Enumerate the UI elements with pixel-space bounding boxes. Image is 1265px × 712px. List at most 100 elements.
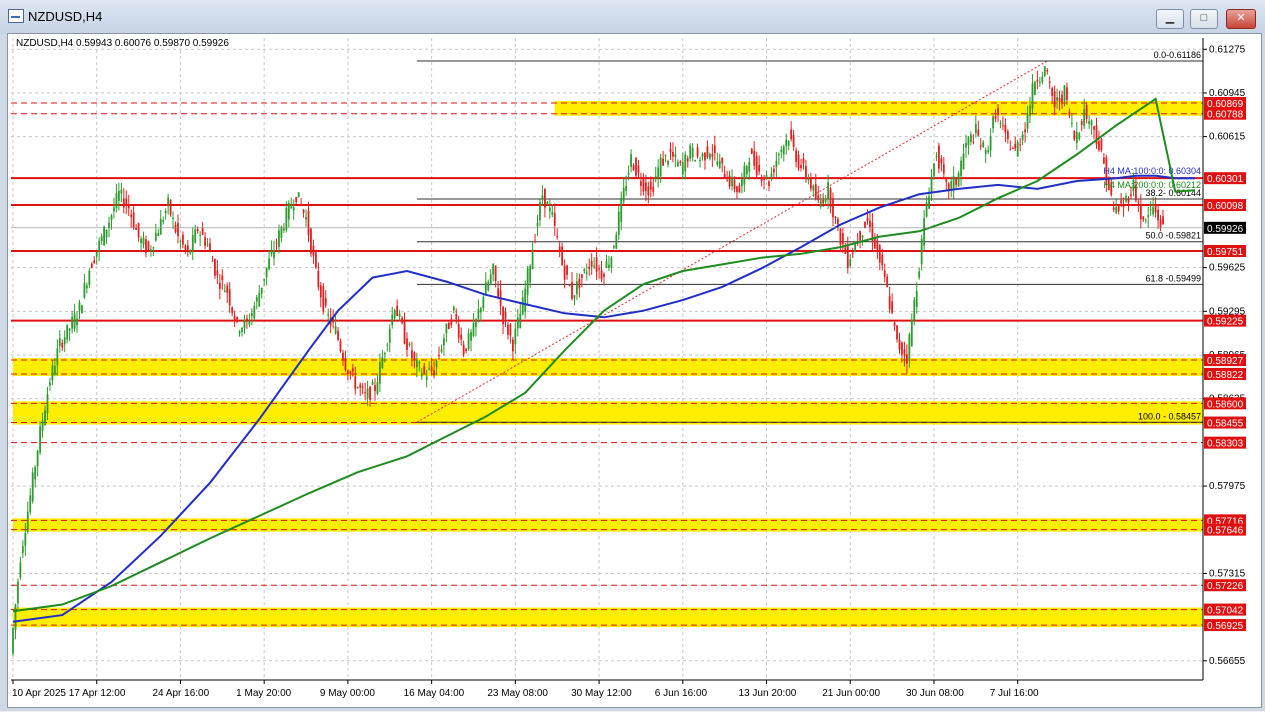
candle-body xyxy=(829,188,832,208)
candle-body xyxy=(878,245,881,263)
candle-body xyxy=(1043,66,1046,76)
chart-frame[interactable]: 0.0-0.61186 38.2- 0.60144 50.0 -0.59821 61.… xyxy=(7,33,1262,708)
candle-body xyxy=(960,160,962,177)
candle-body xyxy=(1048,81,1051,83)
candle-body xyxy=(263,279,266,281)
candle-body xyxy=(765,175,768,178)
candle-body xyxy=(280,226,283,238)
level-price-tag-label: 0.57042 xyxy=(1207,606,1244,617)
candle-body xyxy=(61,342,64,348)
candle-body xyxy=(1026,113,1029,129)
candle-body xyxy=(876,240,879,250)
candle-body xyxy=(189,250,192,254)
candle-body xyxy=(295,197,298,203)
candle-body xyxy=(105,229,108,238)
candle-body xyxy=(236,317,238,320)
candle-body xyxy=(130,214,133,218)
candle-body xyxy=(268,258,270,270)
candle-body xyxy=(475,318,477,328)
candle-body xyxy=(1038,81,1041,83)
price-chart[interactable]: 0.0-0.6118638.2- 0.6014450.0 -0.5982161.… xyxy=(8,34,1261,707)
candle-body xyxy=(888,296,891,310)
candle-body xyxy=(984,150,987,154)
candle-body xyxy=(443,338,445,346)
candle-body xyxy=(763,177,765,180)
candle-body xyxy=(787,141,790,146)
candle-body xyxy=(334,325,337,334)
window-title: NZDUSD,H4 xyxy=(28,9,103,24)
candle-body xyxy=(647,186,650,196)
candle-body xyxy=(76,318,78,326)
candle-body xyxy=(775,160,778,168)
candle-body xyxy=(95,251,98,257)
candle-body xyxy=(610,257,613,268)
candle-body xyxy=(780,149,783,152)
candle-body xyxy=(201,227,204,235)
highlight-zone xyxy=(13,401,1203,425)
candle-body xyxy=(694,160,697,162)
candle-body xyxy=(1016,141,1019,157)
candle-body xyxy=(955,178,958,185)
candle-body xyxy=(654,176,657,180)
candle-body xyxy=(477,309,480,319)
candle-body xyxy=(548,207,551,212)
candle-body xyxy=(893,322,896,326)
candle-body xyxy=(662,158,664,166)
minimize-button[interactable]: ▁ xyxy=(1156,9,1184,29)
candle-body xyxy=(179,240,182,242)
candle-body xyxy=(1031,83,1034,109)
candle-body xyxy=(817,195,820,201)
candle-body xyxy=(509,324,512,336)
title-bar[interactable]: NZDUSD,H4 ▁ □ ✕ xyxy=(0,0,1265,34)
candle-body xyxy=(790,129,793,140)
candle-body xyxy=(381,357,384,369)
candle-body xyxy=(1085,105,1088,119)
candle-body xyxy=(132,212,135,229)
candle-body xyxy=(521,297,524,315)
candle-body xyxy=(322,286,325,312)
candle-body xyxy=(950,181,953,189)
close-button[interactable]: ✕ xyxy=(1226,9,1256,29)
candle-body xyxy=(768,181,770,186)
candle-body xyxy=(356,387,359,389)
x-tick-label: 13 Jun 20:00 xyxy=(739,688,797,699)
candle-body xyxy=(1006,131,1009,139)
candle-body xyxy=(393,310,396,319)
candle-body xyxy=(391,314,394,326)
candle-body xyxy=(987,150,990,153)
candle-body xyxy=(184,245,187,250)
candle-body xyxy=(1024,129,1026,133)
candle-body xyxy=(620,197,623,223)
candle-body xyxy=(228,289,231,306)
candle-body xyxy=(837,218,839,225)
candle-body xyxy=(71,317,73,329)
candle-body xyxy=(420,374,423,377)
candle-body xyxy=(113,207,115,212)
candle-body xyxy=(846,245,849,268)
candle-body xyxy=(760,178,763,182)
candle-body xyxy=(81,305,83,314)
candle-body xyxy=(603,273,605,277)
candle-body xyxy=(56,348,59,366)
candle-body xyxy=(721,157,724,164)
candle-body xyxy=(167,197,170,205)
candle-body xyxy=(164,210,167,214)
candle-body xyxy=(273,250,275,259)
candle-body xyxy=(364,392,367,394)
candle-body xyxy=(117,190,120,201)
candle-body xyxy=(231,307,234,313)
candle-body xyxy=(66,324,69,340)
maximize-button[interactable]: □ xyxy=(1190,9,1218,29)
candle-body xyxy=(999,122,1002,124)
candle-body xyxy=(1157,209,1159,221)
candle-body xyxy=(598,268,600,270)
candle-body xyxy=(440,349,443,352)
candle-body xyxy=(962,153,965,170)
candle-body xyxy=(1051,87,1054,97)
candle-body xyxy=(1068,111,1071,116)
candle-body xyxy=(1154,205,1157,213)
candle-body xyxy=(544,188,546,208)
candle-body xyxy=(204,237,206,246)
candle-body xyxy=(90,263,93,269)
ma100-label: H4 MA:100:0:0: 0.60304 xyxy=(1103,166,1201,176)
